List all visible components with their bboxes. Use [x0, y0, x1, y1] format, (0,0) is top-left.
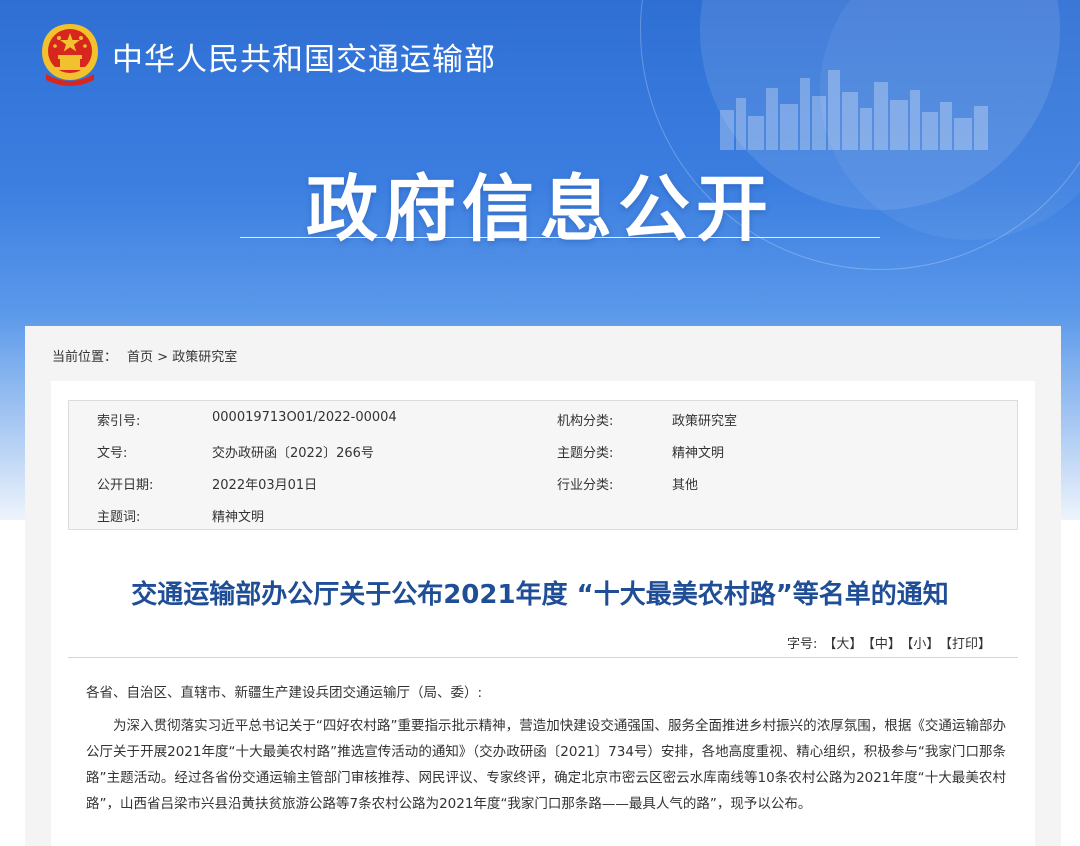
doc-value: 交办政研函〔2022〕266号 [212, 446, 374, 461]
industry-label: 行业分类: [557, 478, 614, 493]
industry-value: 其他 [672, 478, 699, 493]
city-skyline-icon [720, 70, 988, 150]
font-small-button[interactable]: 【小】 [907, 637, 940, 652]
content-divider [68, 657, 1018, 658]
font-size-controls: 字号: 【大】 【中】 【小】 【打印】 [787, 633, 991, 652]
breadcrumb-home-link[interactable]: 首页 [127, 346, 153, 365]
topic-label: 主题分类: [557, 446, 614, 461]
font-medium-button[interactable]: 【中】 [868, 637, 901, 652]
font-large-button[interactable]: 【大】 [823, 637, 862, 652]
breadcrumb-current-link[interactable]: 政策研究室 [172, 346, 237, 365]
topic-value: 精神文明 [672, 446, 725, 461]
date-label: 公开日期: [97, 478, 154, 493]
metadata-table: 索引号: 000019713O01/2022-00004 机构分类: 政策研究室… [68, 400, 1018, 530]
font-size-label: 字号: [787, 637, 818, 652]
national-emblem-icon [42, 24, 98, 86]
subject-label: 主题词: [97, 510, 141, 525]
print-button[interactable]: 【打印】 [945, 637, 991, 652]
org-value: 政策研究室 [672, 414, 738, 429]
breadcrumb-label: 当前位置： [52, 350, 118, 365]
subject-value: 精神文明 [212, 510, 265, 525]
article-title: 交通运输部办公厅关于公布2021年度 “十大最美农村路”等名单的通知 [131, 580, 949, 610]
article-salutation: 各省、自治区、直辖市、新疆生产建设兵团交通运输厅（局、委）: [86, 685, 483, 701]
index-value: 000019713O01/2022-00004 [212, 410, 397, 425]
title-underline [240, 237, 880, 238]
article-paragraph: 为深入贯彻落实习近平总书记关于“四好农村路”重要指示批示精神，营造加快建设交通强… [86, 718, 1006, 812]
ministry-name: 中华人民共和国交通运输部 [112, 42, 496, 78]
breadcrumb-separator: > [157, 350, 169, 365]
index-label: 索引号: [97, 414, 141, 429]
breadcrumb: 当前位置： 首页 > 政策研究室 [52, 346, 237, 365]
org-label: 机构分类: [557, 414, 614, 429]
banner-title: 政府信息公开 [305, 167, 774, 251]
date-value: 2022年03月01日 [212, 478, 318, 493]
doc-label: 文号: [97, 446, 128, 461]
